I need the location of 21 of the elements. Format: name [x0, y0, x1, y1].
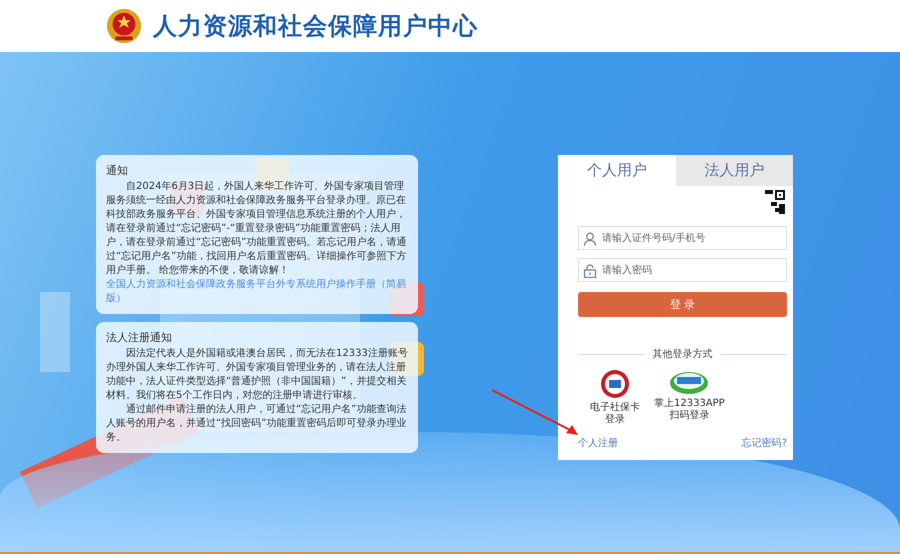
app-logo-icon[interactable]	[669, 369, 710, 395]
other-login-heading: 其他登录方式	[652, 348, 712, 361]
notice-text: 因法定代表人是外国籍或港澳台居民，而无法在12333注册账号办理外国人来华工作许可、外国专家项目管理业务的，请在法人注册功能中，法人证件类型选择“普通护照（非中国国籍）”，并提交相关材料。我们将在5个工作日内，对您的注册申请进行审核。	[106, 347, 408, 403]
user-icon	[583, 232, 597, 246]
site-title: 人力资源和社会保障用户中心	[153, 11, 478, 42]
manual-link[interactable]: 全国人力资源和社会保障政务服务平台外专系统用户操作手册（简易版）	[106, 278, 408, 306]
social-card-badge-icon[interactable]	[600, 369, 630, 399]
input-field[interactable]: 请输入证件号码/手机号	[578, 226, 787, 250]
notice-title: 法人注册通知	[106, 330, 173, 345]
forgot-password-link[interactable]: 忘记密码?	[742, 436, 787, 450]
notice-text: 通过邮件申请注册的法人用户，可通过“忘记用户名”功能查询法人账号的用户名，并通过“找回密码”功能重置密码后即可登录办理业务。	[106, 403, 408, 445]
login-method-label[interactable]: 掌上12333APP 扫码登录	[654, 398, 725, 422]
input-field[interactable]: 请输入密码	[578, 258, 787, 282]
login-method-label[interactable]: 电子社保卡 登录	[590, 402, 640, 426]
lock-icon	[583, 264, 597, 278]
notice-text: 自2024年6月3日起，外国人来华工作许可、外国专家项目管理服务须统一经由人力资源和社会保障政务服务平台登录办理。原已在科技部政务服务平台、外国专家项目管理信息系统注册的个人用户，请在登录前通过“忘记密码”-“重置登录密码”功能重置密码；法人用户，请在登录前通过“忘记密码”功能重置密码。若忘记用户名，请通过“忘记用户名”功能，找回用户名后重置密码。详细操作可参照下方用户手册。 给您带来的不便，敬请谅解！	[106, 180, 408, 278]
login-button[interactable]: 登 录	[578, 292, 787, 317]
emblem-icon	[105, 7, 143, 45]
notice-title: 通知	[106, 163, 129, 178]
login-tab[interactable]: 法人用户	[676, 155, 793, 186]
register-link[interactable]: 个人注册	[578, 436, 618, 450]
